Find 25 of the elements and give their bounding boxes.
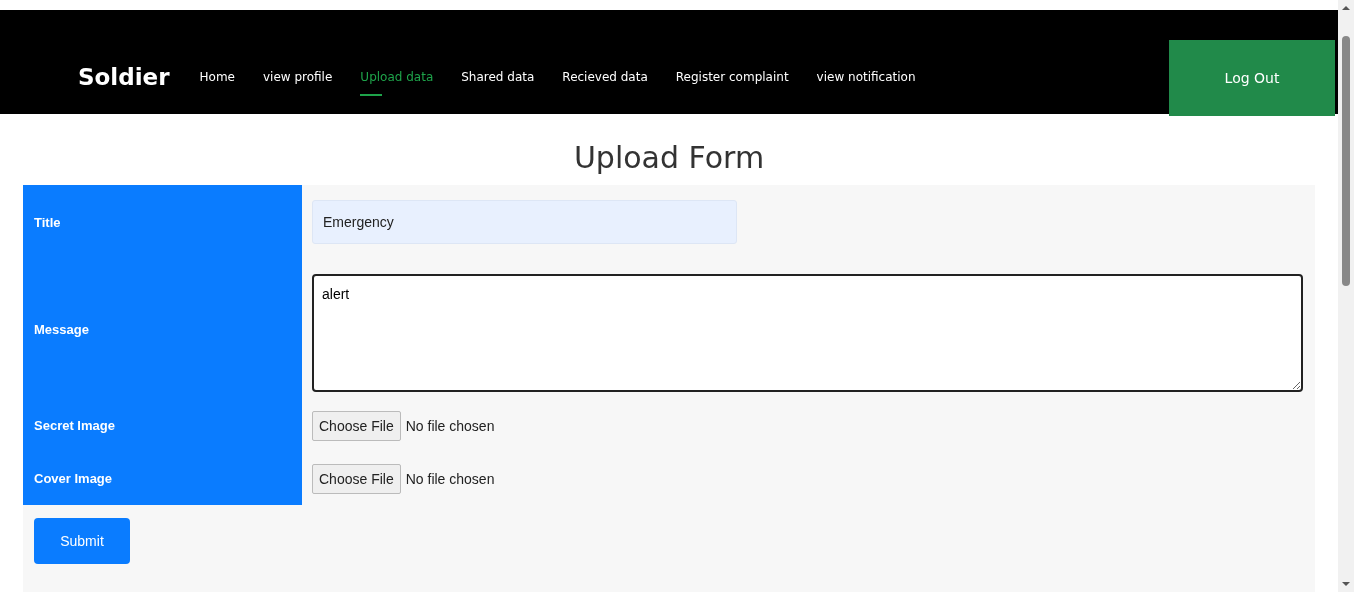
field-label: Cover Image (34, 471, 113, 486)
message-field[interactable]: alert (312, 274, 1303, 392)
file-status: No file chosen (405, 417, 495, 434)
nav-link[interactable]: view profile (263, 56, 333, 98)
choose-file-button[interactable]: Choose File (312, 463, 401, 494)
brand-logo[interactable]: Soldier (78, 64, 170, 90)
field-label: Message (34, 321, 89, 337)
logout-button[interactable]: Log Out (1169, 40, 1335, 116)
submit-button[interactable]: Submit (34, 518, 130, 564)
title-field[interactable]: Emergency (312, 200, 737, 244)
scrollbar-thumb[interactable] (1342, 36, 1350, 286)
nav-link[interactable]: Register complaint (675, 56, 789, 98)
scroll-down-icon[interactable] (1341, 581, 1351, 587)
nav-link[interactable]: view notification (816, 56, 916, 98)
nav-link[interactable]: Shared data (461, 56, 535, 98)
file-status: No file chosen (405, 470, 495, 487)
scrollbar[interactable] (1338, 0, 1354, 592)
scroll-up-icon[interactable] (1341, 5, 1351, 11)
page-heading: Upload Form (572, 139, 766, 177)
field-label: Title (34, 214, 61, 230)
choose-file-button[interactable]: Choose File (312, 410, 401, 441)
nav-link[interactable]: Upload data (360, 56, 434, 98)
nav-link[interactable]: Home (199, 56, 235, 98)
nav-link[interactable]: Recieved data (562, 56, 648, 98)
field-label: Secret Image (34, 418, 115, 433)
